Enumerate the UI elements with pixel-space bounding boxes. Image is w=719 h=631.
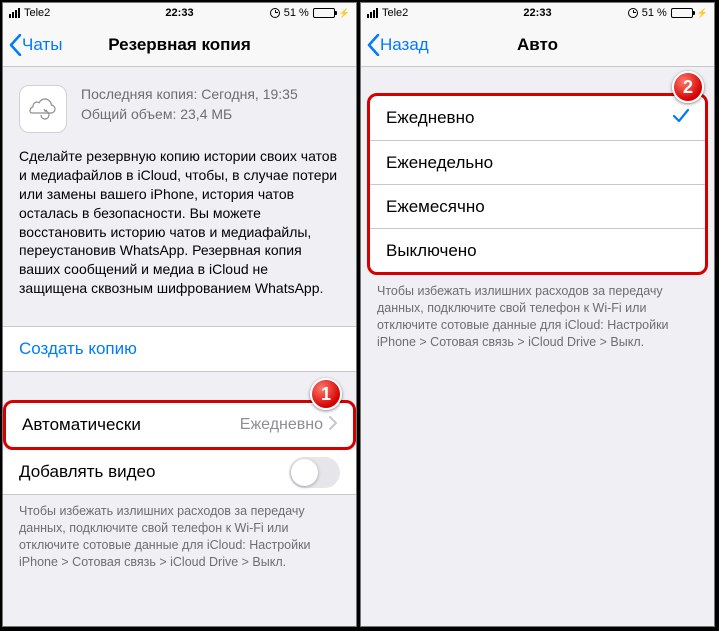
chevron-left-icon <box>367 34 380 56</box>
battery-icon <box>313 8 335 18</box>
battery-icon <box>671 8 693 18</box>
content-area: 2 Ежедневно Еженедельно Ежемесячно Выклю… <box>361 67 714 626</box>
auto-value: Ежедневно <box>240 416 323 434</box>
alarm-icon <box>270 8 280 18</box>
last-backup-label: Последняя копия: Сегодня, 19:35 <box>81 85 298 105</box>
footnote-text: Чтобы избежать излишних расходов за пере… <box>3 495 356 579</box>
option-weekly[interactable]: Еженедельно <box>370 140 705 184</box>
phone-left: Tele2 22:33 51 % ⚡ Чаты Резервная копия … <box>2 2 357 627</box>
back-button[interactable]: Чаты <box>3 34 62 56</box>
include-video-row: Добавлять видео <box>3 450 356 494</box>
option-off-label: Выключено <box>386 241 477 261</box>
signal-icon <box>367 8 378 18</box>
auto-backup-row[interactable]: Автоматически Ежедневно <box>6 403 353 447</box>
frequency-list-highlight: Ежедневно Еженедельно Ежемесячно Выключе… <box>367 93 708 275</box>
back-label: Чаты <box>22 35 62 55</box>
backup-info: Последняя копия: Сегодня, 19:35 Общий об… <box>3 67 356 147</box>
back-label: Назад <box>380 35 429 55</box>
create-backup-button[interactable]: Создать копию <box>3 327 356 371</box>
option-daily-label: Ежедневно <box>386 108 474 128</box>
step-badge-1: 1 <box>310 378 342 410</box>
status-bar: Tele2 22:33 51 % ⚡ <box>3 3 356 23</box>
footnote-text: Чтобы избежать излишних расходов за пере… <box>361 275 714 359</box>
nav-bar: Назад Авто <box>361 23 714 67</box>
phone-right: Tele2 22:33 51 % ⚡ Назад Авто 2 Ежедневн… <box>360 2 715 627</box>
create-backup-group: Создать копию <box>3 326 356 372</box>
include-video-switch[interactable] <box>289 457 340 488</box>
option-off[interactable]: Выключено <box>370 228 705 272</box>
step-badge-2: 2 <box>672 71 704 103</box>
chevron-left-icon <box>9 34 22 56</box>
chevron-right-icon <box>329 416 337 435</box>
carrier-label: Tele2 <box>24 7 50 19</box>
signal-icon <box>9 8 20 18</box>
option-monthly[interactable]: Ежемесячно <box>370 184 705 228</box>
backup-description: Сделайте резервную копию истории своих ч… <box>3 147 356 314</box>
cloud-refresh-icon <box>19 85 67 133</box>
alarm-icon <box>628 8 638 18</box>
option-weekly-label: Еженедельно <box>386 153 493 173</box>
charging-icon: ⚡ <box>697 8 708 19</box>
battery-pct-label: 51 % <box>642 7 667 19</box>
content-area: Последняя копия: Сегодня, 19:35 Общий об… <box>3 67 356 626</box>
charging-icon: ⚡ <box>339 8 350 19</box>
auto-label: Автоматически <box>22 415 141 435</box>
checkmark-icon <box>673 108 689 128</box>
status-bar: Tele2 22:33 51 % ⚡ <box>361 3 714 23</box>
back-button[interactable]: Назад <box>361 34 429 56</box>
backup-size-label: Общий объем: 23,4 МБ <box>81 105 298 125</box>
carrier-label: Tele2 <box>382 7 408 19</box>
include-video-group: Добавлять видео <box>3 450 356 495</box>
nav-bar: Чаты Резервная копия <box>3 23 356 67</box>
auto-row-highlight: Автоматически Ежедневно <box>3 400 356 450</box>
option-daily[interactable]: Ежедневно <box>370 96 705 140</box>
option-monthly-label: Ежемесячно <box>386 197 485 217</box>
include-video-label: Добавлять видео <box>19 462 155 482</box>
create-backup-label: Создать копию <box>19 339 137 359</box>
battery-pct-label: 51 % <box>284 7 309 19</box>
